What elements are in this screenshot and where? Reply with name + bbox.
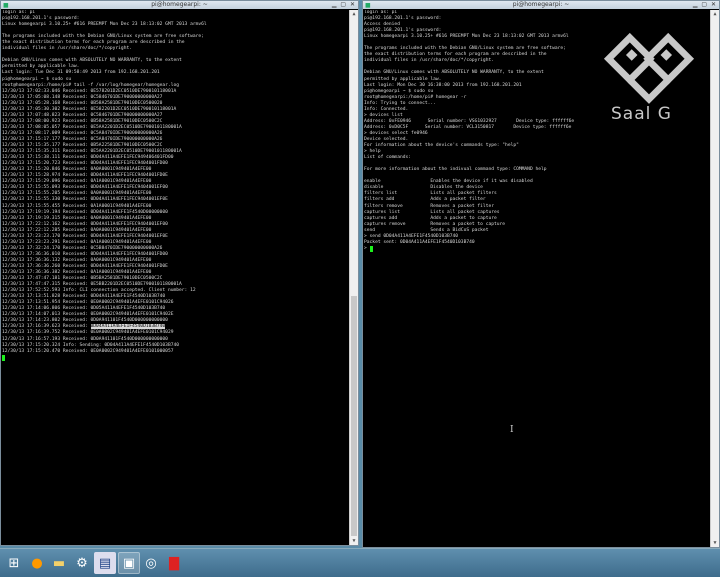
window-title: pi@homegearpi: ~ bbox=[512, 1, 570, 8]
putty-icon[interactable]: ▣ bbox=[118, 552, 140, 574]
window-titlebar[interactable]: ■ pi@homegearpi: ~ ▁ ▢ ✕ bbox=[1, 1, 358, 9]
folder-icon[interactable]: ▬ bbox=[48, 552, 70, 574]
terminal-output[interactable]: login as: pi pi@192.168.201.1's password:… bbox=[2, 10, 349, 544]
window-controls[interactable]: ▁ ▢ ✕ bbox=[693, 1, 717, 9]
putty-icon: ■ bbox=[3, 2, 9, 9]
scroll-up-icon[interactable]: ▲ bbox=[711, 10, 719, 18]
terminal-window-right[interactable]: ■ pi@homegearpi: ~ ▁ ▢ ✕ login as: pi pi@… bbox=[362, 0, 720, 548]
prompt-line bbox=[2, 354, 349, 361]
window-titlebar[interactable]: ■ pi@homegearpi: ~ ▁ ▢ ✕ bbox=[363, 1, 719, 9]
start-icon[interactable]: ⊞ bbox=[3, 552, 25, 574]
scroll-up-icon[interactable]: ▲ bbox=[350, 10, 358, 18]
scroll-down-icon[interactable]: ▼ bbox=[350, 537, 358, 545]
putty-icon[interactable]: ◎ bbox=[140, 552, 162, 574]
taskbar: ⊞ ● ▬ ⚙ ▤ ▣ ◎ ▇ bbox=[0, 548, 720, 577]
terminal-window-left[interactable]: ■ pi@homegearpi: ~ ▁ ▢ ✕ login as: pi pi@… bbox=[0, 0, 359, 546]
scrollbar-thumb[interactable] bbox=[351, 296, 357, 536]
scrollbar[interactable]: ▲ ▼ bbox=[710, 10, 719, 547]
scrollbar[interactable]: ▲ ▼ bbox=[349, 10, 358, 545]
terminal-line: > bbox=[364, 245, 710, 252]
window-controls[interactable]: ▁ ▢ ✕ bbox=[332, 1, 356, 9]
selected-text[interactable]: 0D04A411A4EFE1F4540D103B740 bbox=[90, 324, 166, 330]
putty-icon: ■ bbox=[365, 2, 371, 9]
firefox-icon[interactable]: ● bbox=[26, 552, 48, 574]
window-title: pi@homegearpi: ~ bbox=[151, 1, 208, 8]
config-tool-icon[interactable]: ▤ bbox=[94, 552, 116, 574]
mouse-cursor-icon: I bbox=[510, 425, 514, 435]
scroll-down-icon[interactable]: ▼ bbox=[711, 539, 719, 547]
pdf-icon[interactable]: ▇ bbox=[163, 552, 185, 574]
cursor-icon bbox=[2, 354, 5, 361]
device-manager-icon[interactable]: ⚙ bbox=[71, 552, 93, 574]
logo-text: Saal G bbox=[611, 104, 672, 124]
cursor-icon bbox=[369, 245, 373, 252]
